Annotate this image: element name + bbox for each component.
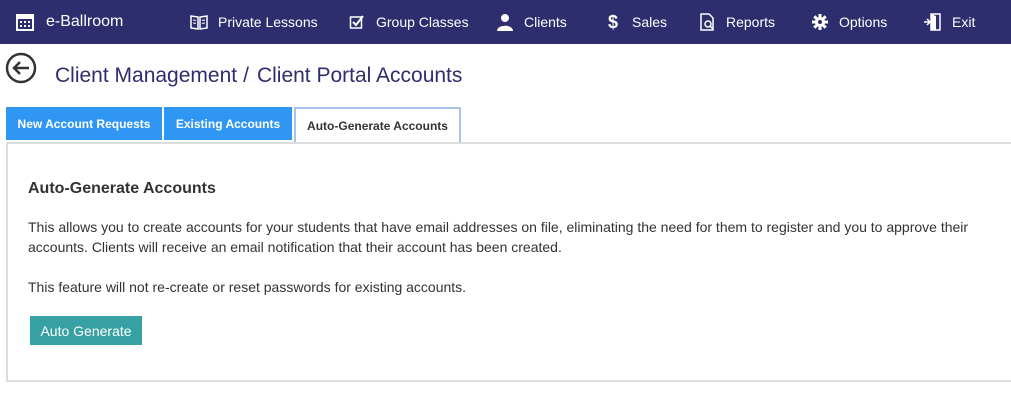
nav-private-lessons[interactable]: Private Lessons bbox=[190, 0, 318, 44]
nav-private-lessons-label: Private Lessons bbox=[218, 14, 318, 30]
back-button[interactable] bbox=[5, 52, 37, 84]
app-name: e-Ballroom bbox=[46, 13, 124, 30]
panel-title: Auto-Generate Accounts bbox=[28, 180, 216, 197]
nav-options[interactable]: Options bbox=[811, 0, 887, 44]
gear-icon bbox=[811, 13, 829, 31]
nav-group-classes-label: Group Classes bbox=[376, 14, 469, 30]
back-arrow-icon bbox=[5, 52, 37, 88]
breadcrumb-current: Client Portal Accounts bbox=[256, 64, 463, 87]
nav-reports-label: Reports bbox=[726, 14, 776, 30]
brand[interactable]: e-Ballroom bbox=[16, 0, 123, 44]
calendar-icon bbox=[16, 13, 34, 31]
book-icon bbox=[190, 13, 208, 31]
nav-exit[interactable]: Exit bbox=[924, 0, 975, 44]
auto-generate-button[interactable]: Auto Generate bbox=[30, 316, 142, 345]
breadcrumb-separator: / bbox=[243, 64, 249, 87]
tab-auto-generate-accounts[interactable]: Auto-Generate Accounts bbox=[294, 107, 461, 143]
person-icon bbox=[496, 13, 514, 31]
nav-group-classes[interactable]: Group Classes bbox=[348, 0, 469, 44]
panel-note: This feature will not re-create or reset… bbox=[28, 279, 467, 295]
breadcrumb-parent[interactable]: Client Management bbox=[55, 64, 237, 87]
nav-clients[interactable]: Clients bbox=[496, 0, 567, 44]
tab-new-account-requests[interactable]: New Account Requests bbox=[6, 107, 162, 140]
dollar-icon: $ bbox=[607, 11, 618, 32]
nav-options-label: Options bbox=[839, 14, 888, 30]
exit-door-icon bbox=[924, 13, 942, 31]
nav-exit-label: Exit bbox=[952, 14, 976, 30]
breadcrumb: Client Management / Client Portal Accounts bbox=[55, 64, 462, 88]
nav-reports[interactable]: Reports bbox=[698, 0, 775, 44]
checkbox-icon bbox=[348, 13, 366, 31]
tab-existing-accounts[interactable]: Existing Accounts bbox=[164, 107, 292, 140]
nav-clients-label: Clients bbox=[524, 14, 567, 30]
tab-content-panel bbox=[6, 142, 1011, 382]
nav-sales-label: Sales bbox=[632, 14, 668, 30]
nav-sales[interactable]: $ Sales bbox=[604, 0, 667, 44]
panel-description: This allows you to create accounts for y… bbox=[28, 219, 969, 255]
top-nav-bar: e-Ballroom Private Lessons Group Classes… bbox=[0, 0, 1011, 44]
report-icon bbox=[698, 13, 716, 31]
